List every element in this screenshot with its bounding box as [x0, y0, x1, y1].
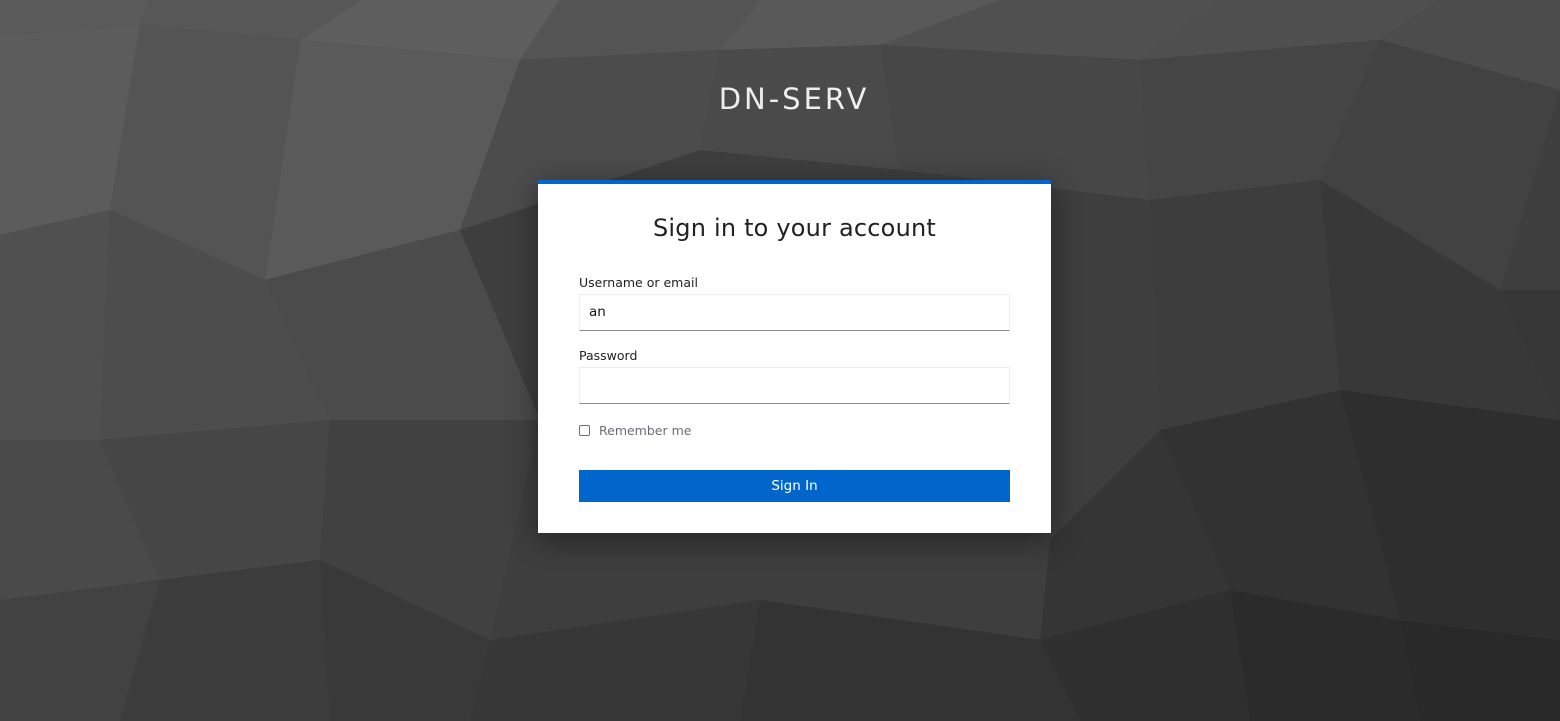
login-heading: Sign in to your account — [652, 214, 936, 242]
username-label: Username or email — [579, 275, 698, 290]
username-input[interactable]: an — [579, 294, 1010, 331]
login-card: Sign in to your account Username or emai… — [538, 180, 1051, 533]
remember-me-checkbox[interactable] — [579, 424, 590, 436]
remember-me[interactable]: Remember me — [579, 422, 691, 438]
password-label: Password — [579, 348, 638, 363]
password-input[interactable] — [579, 367, 1010, 404]
remember-me-label[interactable]: Remember me — [599, 423, 691, 438]
sign-in-button[interactable]: Sign In — [579, 470, 1010, 502]
realm-title: DN-SERV — [718, 82, 870, 116]
